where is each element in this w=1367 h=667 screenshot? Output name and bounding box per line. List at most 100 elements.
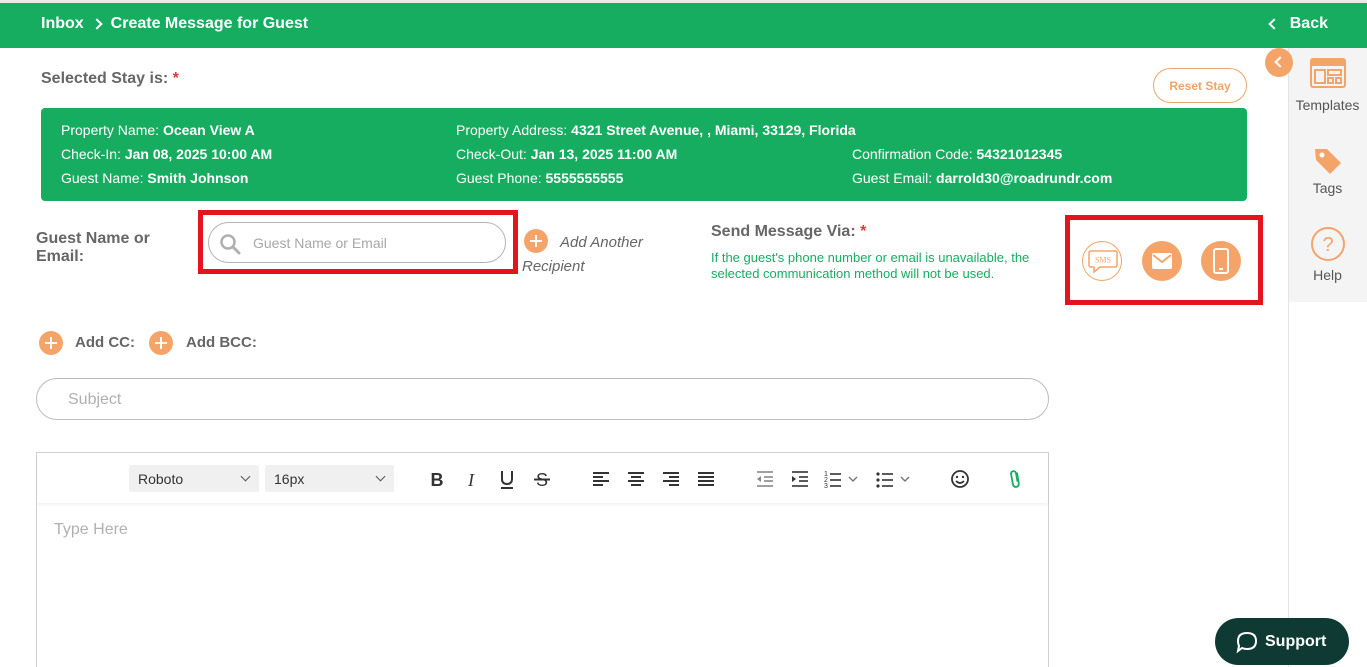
property-address-value: 4321 Street Avenue, , Miami, 33129, Flor… — [571, 122, 856, 138]
sms-option-button[interactable]: SMS — [1082, 241, 1122, 281]
subject-box — [36, 378, 1049, 420]
bullet-list-icon[interactable] — [874, 467, 914, 491]
subject-input[interactable] — [68, 389, 1008, 411]
attachment-icon[interactable] — [1003, 467, 1027, 491]
add-another-recipient-link[interactable]: Add Another Recipient — [522, 231, 662, 279]
field-label: Property Name: — [61, 122, 160, 138]
field-label: Property Address: — [456, 122, 568, 138]
align-left-icon[interactable] — [589, 467, 613, 491]
property-address-field: Property Address: 4321 Street Avenue, , … — [456, 122, 856, 138]
message-editor: Roboto 16px B I S 123 Type Here — [36, 452, 1049, 667]
required-mark: * — [172, 70, 179, 87]
chevron-down-icon — [375, 471, 386, 482]
guest-name-value: Smith Johnson — [147, 170, 249, 186]
indent-icon[interactable] — [788, 467, 812, 491]
breadcrumb-inbox[interactable]: Inbox — [41, 15, 84, 33]
field-label: Check-In: — [61, 146, 121, 162]
sidebar-item-templates[interactable]: Templates — [1288, 58, 1367, 113]
support-button[interactable]: Support — [1215, 618, 1349, 665]
outdent-icon[interactable] — [753, 467, 777, 491]
guest-phone-field: Guest Phone: 5555555555 — [456, 170, 623, 186]
sms-text: SMS — [1095, 256, 1111, 265]
sidebar-divider — [1288, 302, 1289, 667]
sidebar-item-tags[interactable]: Tags — [1288, 145, 1367, 196]
guest-email-field: Guest Email: darrold30@roadrundr.com — [852, 170, 1112, 186]
field-label: Guest Email: — [852, 170, 933, 186]
send-via-text: Send Message Via: — [711, 223, 856, 240]
guest-field-label: Guest Name or Email: — [36, 230, 150, 265]
guest-name-field: Guest Name: Smith Johnson — [61, 170, 249, 186]
property-name-field: Property Name: Ocean View A — [61, 122, 255, 138]
svg-text:I: I — [467, 470, 475, 490]
guest-phone-value: 5555555555 — [545, 170, 624, 186]
checkout-value: Jan 13, 2025 11:00 AM — [530, 146, 678, 162]
checkin-value: Jan 08, 2025 10:00 AM — [124, 146, 273, 162]
font-family-select[interactable]: Roboto — [129, 465, 259, 492]
help-icon: ? — [1310, 227, 1345, 261]
align-center-icon[interactable] — [624, 467, 648, 491]
email-icon — [1152, 253, 1172, 269]
svg-text:?: ? — [1322, 234, 1333, 256]
email-option-button[interactable] — [1142, 241, 1182, 281]
field-label: Confirmation Code: — [852, 146, 973, 162]
align-right-icon[interactable] — [659, 467, 683, 491]
chevron-left-icon — [1268, 18, 1280, 30]
sidebar-item-help[interactable]: ? Help — [1288, 226, 1367, 283]
chevron-left-icon — [1274, 56, 1286, 68]
checkout-field: Check-Out: Jan 13, 2025 11:00 AM — [456, 146, 677, 162]
breadcrumb: Inbox Create Message for Guest — [41, 15, 308, 33]
top-header: Inbox Create Message for Guest Back — [0, 0, 1367, 48]
align-justify-icon[interactable] — [694, 467, 718, 491]
search-icon — [220, 234, 241, 255]
selected-stay-text: Selected Stay is: — [41, 70, 169, 87]
checkin-field: Check-In: Jan 08, 2025 10:00 AM — [61, 146, 272, 162]
field-label: Guest Name: — [61, 170, 144, 186]
page-title: Create Message for Guest — [110, 15, 309, 32]
sidebar-item-label: Help — [1313, 267, 1342, 283]
chevron-down-icon — [240, 471, 251, 482]
property-name-value: Ocean View A — [162, 122, 255, 138]
editor-toolbar: Roboto 16px B I S 123 — [37, 453, 1048, 503]
font-family-value: Roboto — [138, 471, 184, 487]
reset-stay-button[interactable]: Reset Stay — [1153, 68, 1247, 103]
back-button[interactable]: Back — [1268, 15, 1328, 33]
tag-icon — [1314, 149, 1341, 174]
svg-text:B: B — [431, 470, 444, 490]
ordered-list-icon[interactable]: 123 — [822, 467, 862, 491]
underline-icon[interactable] — [495, 467, 519, 491]
back-label: Back — [1289, 15, 1328, 32]
guest-email-value: darrold30@roadrundr.com — [936, 170, 1113, 186]
add-cc-button[interactable]: Add CC: — [75, 334, 135, 351]
font-size-value: 16px — [274, 471, 305, 487]
add-another-recipient-label: Add Another Recipient — [522, 234, 643, 275]
selected-stay-label: Selected Stay is: * — [41, 70, 179, 88]
italic-icon[interactable]: I — [459, 467, 483, 491]
bold-icon[interactable]: B — [425, 467, 449, 491]
confirmation-value: 54321012345 — [976, 146, 1063, 162]
emoji-icon[interactable] — [948, 467, 972, 491]
chevron-right-icon — [91, 18, 103, 30]
add-cc-plus-icon[interactable] — [39, 331, 63, 355]
guest-search-input[interactable] — [253, 232, 493, 254]
add-bcc-button[interactable]: Add BCC: — [186, 334, 257, 351]
sms-icon: SMS — [1088, 250, 1118, 274]
sidebar-item-label: Templates — [1295, 97, 1360, 113]
font-size-select[interactable]: 16px — [265, 465, 394, 492]
add-bcc-plus-icon[interactable] — [149, 331, 173, 355]
stay-card: Property Name: Ocean View A Property Add… — [41, 108, 1247, 201]
field-label: Guest Phone: — [456, 170, 542, 186]
required-mark: * — [860, 223, 867, 240]
phone-icon — [1213, 248, 1229, 274]
app-root: Inbox Create Message for Guest Back Temp… — [0, 0, 1367, 667]
strikethrough-icon[interactable]: S — [530, 467, 554, 491]
sidebar-item-label: Tags — [1312, 180, 1343, 196]
templates-icon — [1309, 58, 1346, 88]
send-via-note: If the guest's phone number or email is … — [711, 250, 1030, 281]
field-label: Check-Out: — [456, 146, 527, 162]
confirmation-field: Confirmation Code: 54321012345 — [852, 146, 1062, 162]
guest-search-box — [208, 222, 506, 263]
phone-option-button[interactable] — [1201, 241, 1241, 281]
chat-bubble-icon — [1236, 631, 1258, 654]
editor-body[interactable]: Type Here — [54, 521, 128, 539]
svg-text:3: 3 — [824, 483, 828, 490]
